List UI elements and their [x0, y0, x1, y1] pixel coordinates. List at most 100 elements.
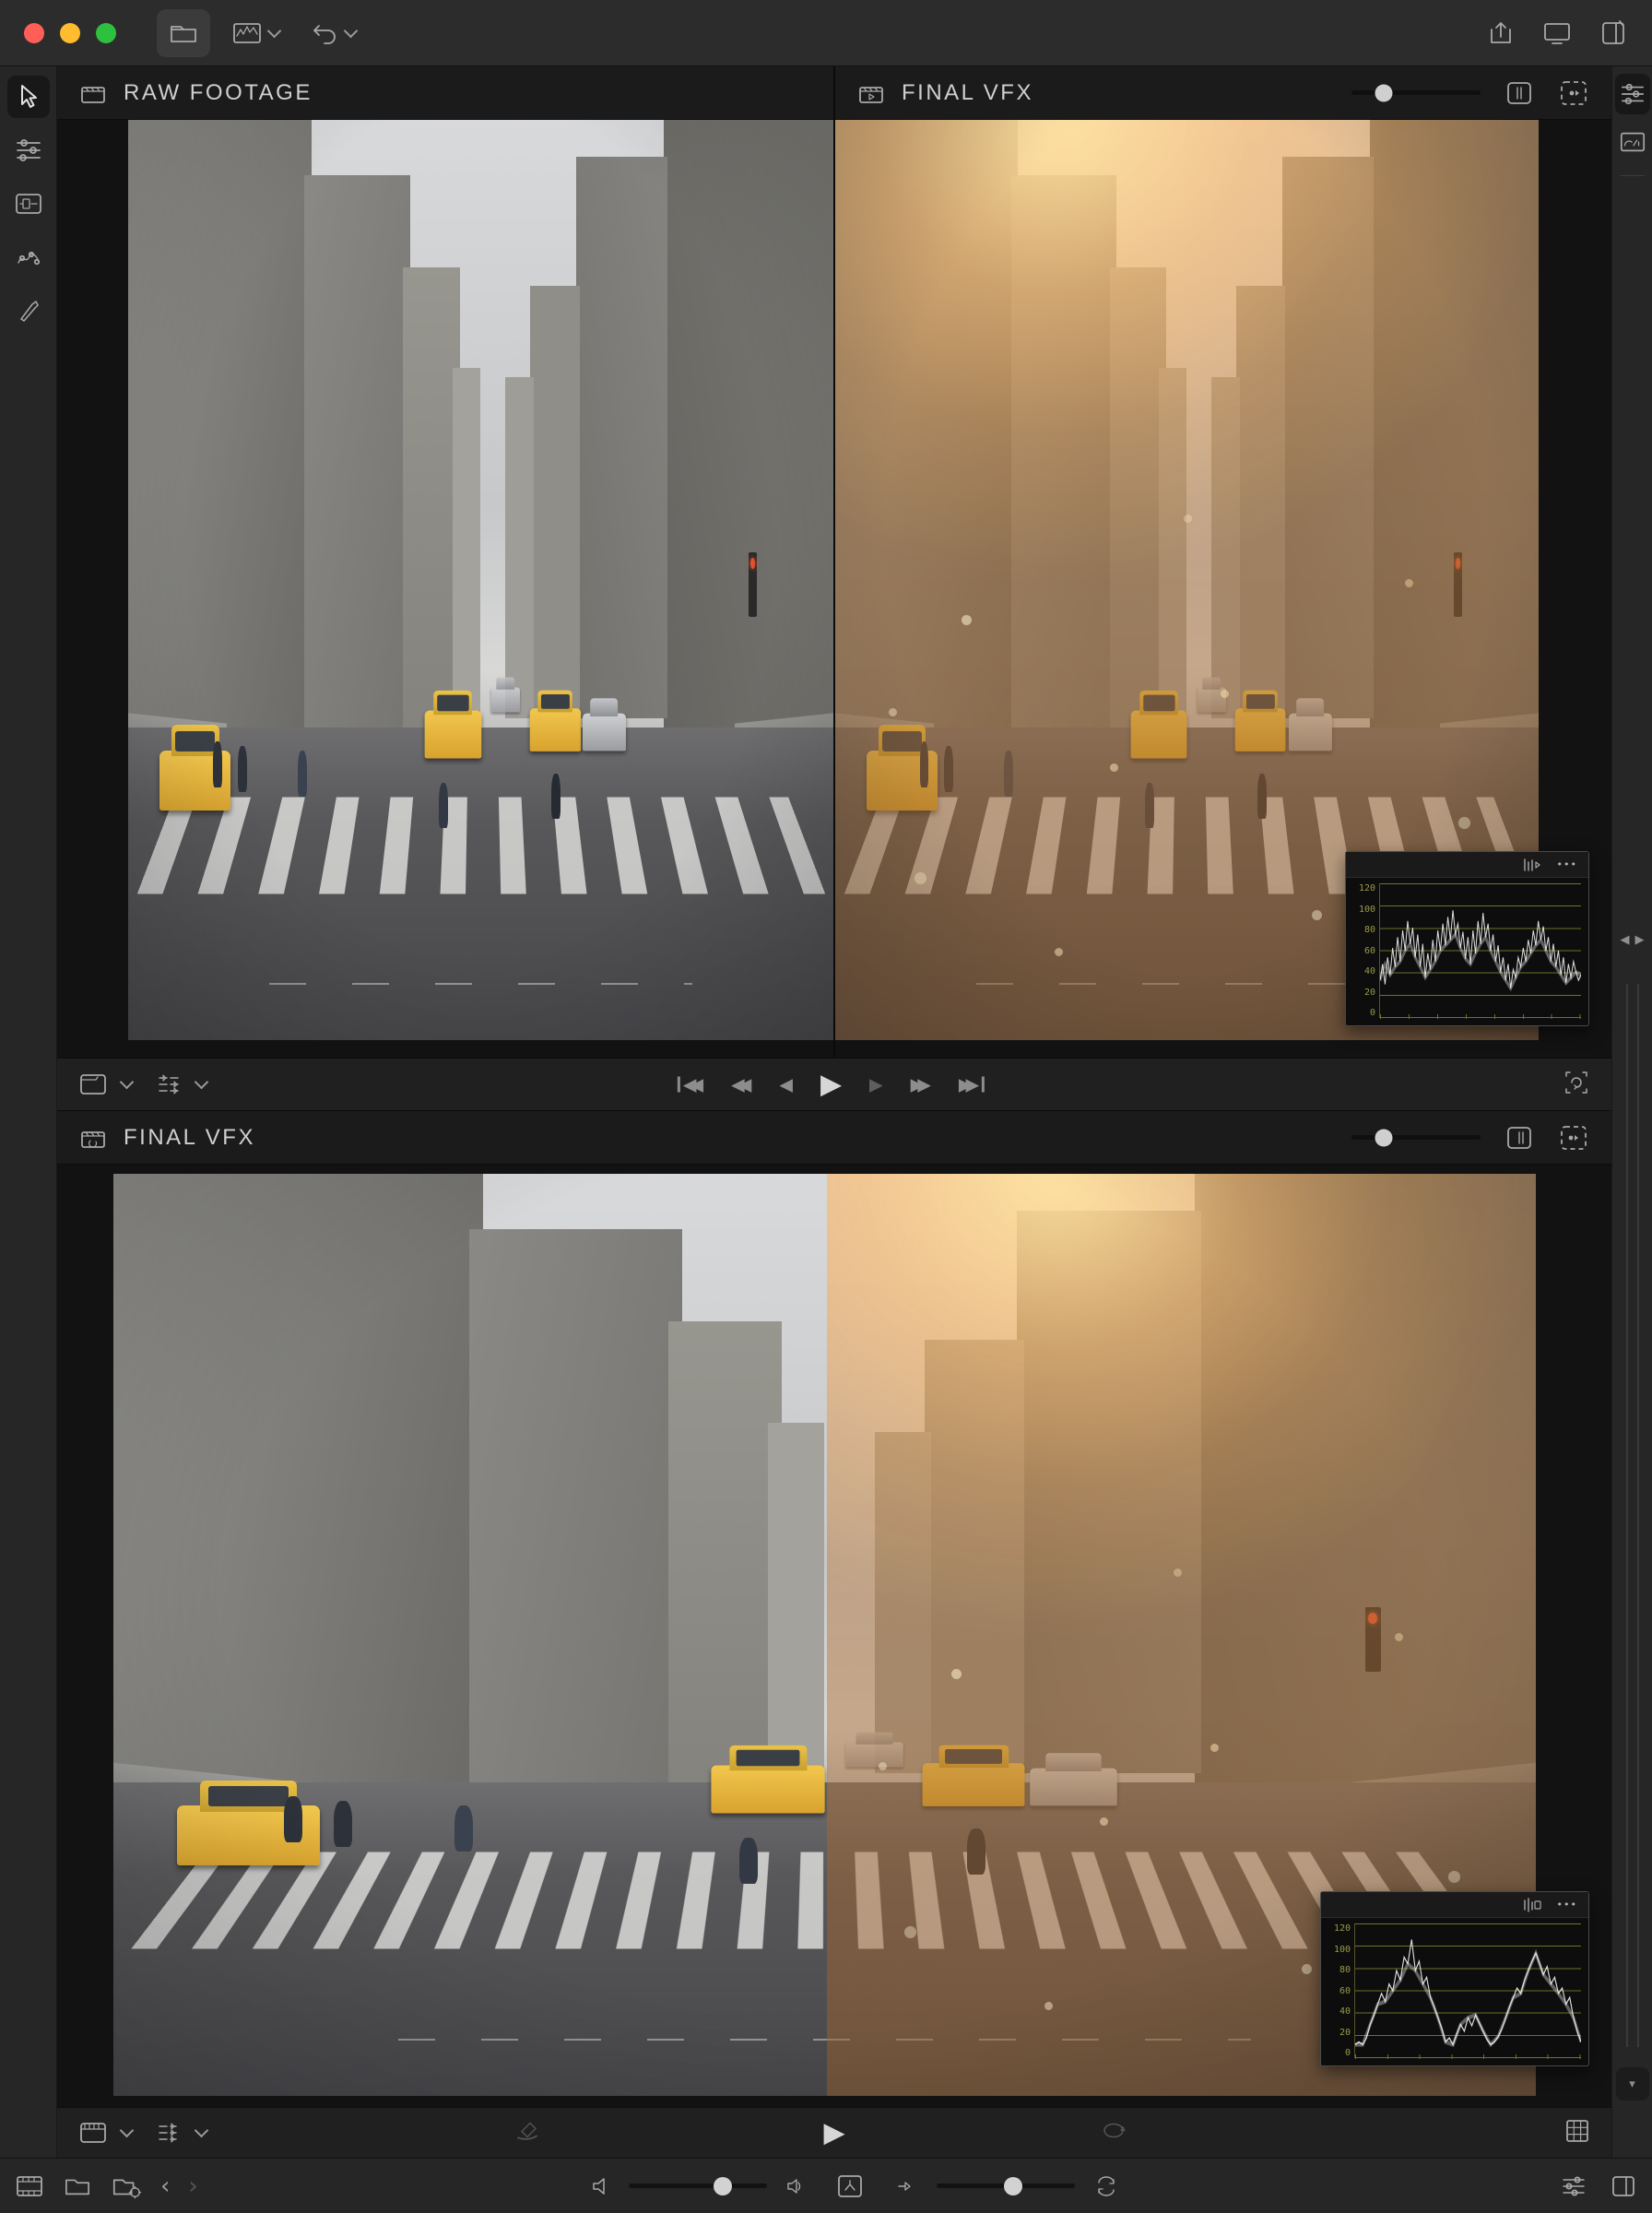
bottom-header-controls: [1351, 1124, 1589, 1152]
scopes-menu-button[interactable]: [223, 9, 289, 57]
raw-frame: [128, 120, 833, 1040]
pen-tool-button[interactable]: [7, 290, 50, 332]
luma-waveform-scope[interactable]: ••• 120 100 80 60 40 20 0: [1345, 851, 1589, 1026]
loop-toggle-button[interactable]: [1099, 2118, 1128, 2148]
step-forward-button[interactable]: ▶: [869, 1074, 883, 1095]
panel-layout-icon[interactable]: [1610, 2173, 1637, 2199]
filter-settings-icon[interactable]: [1560, 2173, 1587, 2199]
smart-folder-icon[interactable]: [111, 2172, 142, 2200]
tick-label: 20: [1364, 988, 1375, 998]
bottom-panel-header: FINAL VFX: [57, 1111, 1611, 1165]
scope-header: •••: [1321, 1892, 1588, 1918]
vfx-panel-header: FINAL VFX: [835, 66, 1611, 120]
viewer-source-icon[interactable]: [77, 1071, 109, 1098]
roto-overlay-button[interactable]: [513, 2118, 541, 2148]
minimize-window-button[interactable]: [60, 23, 80, 43]
scope-options-button[interactable]: •••: [1557, 1899, 1577, 1911]
opacity-slider-knob[interactable]: [1375, 84, 1393, 101]
opacity-slider[interactable]: [1351, 90, 1481, 95]
go-to-start-button[interactable]: ◀◀: [678, 1074, 703, 1095]
chevron-down-icon[interactable]: [120, 2124, 135, 2138]
go-to-end-button[interactable]: ▶▶: [959, 1074, 991, 1095]
tick-label: 100: [1334, 1945, 1351, 1955]
clapperboard-icon: [79, 1125, 107, 1151]
loop-playback-icon[interactable]: [1093, 2174, 1119, 2198]
adjust-tool-button[interactable]: [7, 129, 50, 172]
fast-forward-button[interactable]: ▶▶: [911, 1074, 931, 1095]
display-icon[interactable]: [1541, 18, 1573, 48]
transport-left-tools: [77, 2119, 206, 2147]
close-window-button[interactable]: [24, 23, 44, 43]
waveform-mode-icon[interactable]: [1522, 858, 1542, 872]
motion-path-icon: [15, 244, 42, 270]
collapse-panel-button[interactable]: ▾: [1616, 2067, 1649, 2101]
zoom-window-button[interactable]: [96, 23, 116, 43]
grid-view-button[interactable]: [1564, 2117, 1591, 2149]
channel-settings-icon[interactable]: [154, 2119, 183, 2147]
viewer-source-icon[interactable]: [77, 2119, 109, 2147]
prev-arrow-icon[interactable]: ◀: [1621, 933, 1630, 947]
titlebar-right-tools: [1486, 18, 1628, 48]
playback-speed-slider[interactable]: [937, 2183, 1075, 2188]
loop-region-icon[interactable]: [1562, 1068, 1591, 1097]
fullscreen-preview-icon[interactable]: [835, 2172, 865, 2200]
footer-left-tools: ‹ ›: [15, 2172, 198, 2200]
inspector-button[interactable]: [1615, 74, 1650, 114]
vfx-header-controls: [1351, 79, 1589, 107]
chevron-down-icon[interactable]: [195, 2124, 209, 2138]
scopes-panel-button[interactable]: [1615, 122, 1650, 162]
luma-waveform-scope-bottom[interactable]: ••• 120 100 80 60 40 20 0: [1320, 1891, 1589, 2066]
sidebar-toggle-icon[interactable]: [1599, 18, 1628, 48]
chevron-down-icon[interactable]: [195, 1075, 209, 1090]
chevron-down-icon[interactable]: [120, 1075, 135, 1090]
split-view-icon[interactable]: [1504, 79, 1534, 107]
pen-icon: [16, 298, 41, 324]
clapperboard-icon: [79, 80, 107, 106]
speaker-low-icon[interactable]: [590, 2175, 610, 2197]
scope-options-button[interactable]: •••: [1557, 858, 1577, 870]
media-bin-button[interactable]: [157, 9, 210, 57]
compare-viewer-row: RAW FOOTAGE: [57, 66, 1611, 1058]
keyframe-editor-button[interactable]: [7, 183, 50, 225]
volume-slider-knob[interactable]: [714, 2177, 732, 2195]
next-arrow-icon[interactable]: ▶: [1635, 933, 1645, 947]
play-button[interactable]: ▶: [823, 2117, 844, 2149]
folder-icon[interactable]: [63, 2173, 92, 2199]
tick-label: 60: [1339, 1986, 1351, 1996]
raw-viewer-canvas[interactable]: [57, 120, 833, 1058]
vfx-viewer-canvas[interactable]: ••• 120 100 80 60 40 20 0: [835, 120, 1611, 1058]
undo-menu-button[interactable]: [301, 9, 365, 57]
history-back-button[interactable]: ‹: [160, 2174, 170, 2198]
split-view-icon[interactable]: [1504, 1124, 1534, 1152]
split-viewer-canvas[interactable]: ••• 120 100 80 60 40 20 0: [57, 1165, 1611, 2107]
main-area: RAW FOOTAGE: [0, 66, 1652, 2158]
volume-slider[interactable]: [629, 2183, 767, 2188]
footer-center-controls: [590, 2172, 1119, 2200]
roto-brush-icon: [513, 2118, 541, 2144]
selection-region-icon[interactable]: [1558, 1124, 1589, 1152]
history-forward-button[interactable]: ›: [188, 2174, 197, 2198]
marker-icon[interactable]: [896, 2175, 918, 2197]
scope-plot: [1379, 883, 1581, 1018]
export-icon[interactable]: [1486, 18, 1516, 48]
panel-nav-arrows[interactable]: ◀ ▶: [1612, 933, 1652, 947]
playback-controls: ◀◀ ◀◀ ◀ ▶ ▶ ▶▶ ▶▶: [678, 1069, 991, 1101]
speaker-high-icon[interactable]: [785, 2175, 804, 2197]
opacity-slider-knob[interactable]: [1375, 1129, 1393, 1146]
select-tool-button[interactable]: [7, 76, 50, 118]
step-back-button[interactable]: ◀: [779, 1074, 793, 1095]
opacity-slider[interactable]: [1351, 1135, 1481, 1140]
channel-settings-icon[interactable]: [154, 1071, 183, 1098]
tracker-tool-button[interactable]: [7, 236, 50, 278]
play-button[interactable]: ▶: [820, 1069, 842, 1101]
rewind-button[interactable]: ◀◀: [731, 1074, 751, 1095]
speed-slider-knob[interactable]: [1004, 2177, 1022, 2195]
app-footer: ‹ ›: [0, 2158, 1652, 2213]
selection-region-icon[interactable]: [1558, 79, 1589, 107]
filmstrip-icon[interactable]: [15, 2172, 44, 2200]
waveform-mode-icon[interactable]: [1522, 1898, 1542, 1912]
scope-x-ticks: [1380, 1014, 1581, 1019]
panel-drag-handle[interactable]: [1626, 984, 1639, 2047]
chevron-down-icon: [267, 23, 282, 38]
transport-right-tools: [1562, 1068, 1591, 1102]
